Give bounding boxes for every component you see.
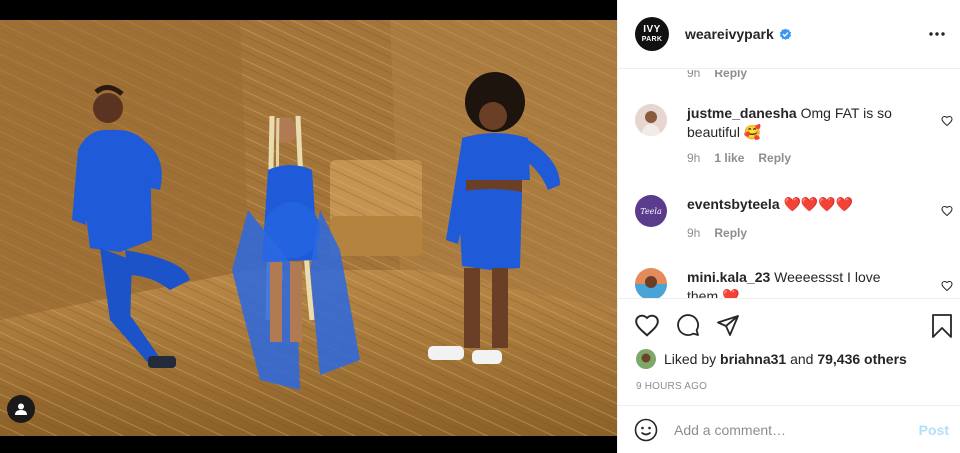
smiley-icon (634, 418, 658, 441)
more-horizontal-icon (929, 32, 945, 36)
avatar-text-line1: IVY (643, 23, 661, 35)
comment-body: eventsbyteela ❤️❤️❤️❤️ 9h Reply (687, 195, 915, 243)
post-timestamp[interactable]: 9 HOURS AGO (636, 381, 707, 392)
photo-pane (0, 0, 617, 453)
liked-by-avatar[interactable] (636, 349, 656, 369)
avatar-text-line2: PARK (641, 35, 663, 43)
heart-icon[interactable] (634, 313, 660, 337)
comment-meta: 9h 1 like Reply (687, 149, 915, 168)
post-photo[interactable] (0, 20, 617, 436)
comment-body: justme_danesha Omg FAT is so beautiful 🥰… (687, 104, 915, 168)
heart-icon[interactable] (941, 115, 953, 127)
reply-button[interactable]: Reply (714, 70, 747, 80)
comment-body: mini.kala_23 Weeeessst I love them ❤️ (687, 268, 915, 298)
liked-by: Liked by briahna31 and 79,436 others (636, 349, 907, 369)
post-header: IVY PARK weareivypark (618, 0, 960, 69)
emoji-button[interactable] (634, 418, 658, 442)
bookmark-icon[interactable] (930, 313, 954, 339)
comment-composer: Post (618, 405, 960, 453)
comment-avatar[interactable] (635, 104, 667, 136)
liked-by-others[interactable]: 79,436 others (817, 351, 907, 367)
comment-meta: 9h Reply (687, 224, 915, 243)
post-button[interactable]: Post (919, 422, 949, 438)
liked-by-prefix: Liked by (664, 351, 721, 367)
comment-username[interactable]: mini.kala_23 (687, 269, 770, 285)
user-tag-icon (15, 403, 27, 415)
paper-plane-icon[interactable] (716, 313, 740, 337)
comment-text: ❤️❤️❤️❤️ (783, 196, 854, 212)
tag-button[interactable] (7, 395, 35, 423)
commenter-photo (635, 104, 667, 136)
photo-illustration (0, 20, 617, 436)
commenter-photo (635, 268, 667, 298)
verified-badge-icon (779, 27, 791, 40)
action-bar (634, 313, 954, 339)
comment-username[interactable]: eventsbyteela (687, 196, 780, 212)
instagram-post: IVY PARK weareivypark 9h Reply justme_da… (0, 0, 960, 453)
comments-list[interactable]: 9h Reply justme_danesha Omg FAT is so be… (618, 70, 960, 298)
heart-icon[interactable] (941, 205, 953, 217)
author-avatar[interactable]: IVY PARK (635, 17, 669, 51)
author-username[interactable]: weareivypark (685, 26, 774, 42)
liked-by-user[interactable]: briahna31 (720, 351, 786, 367)
comment-time: 9h (687, 70, 701, 80)
comment-avatar[interactable] (635, 268, 667, 298)
comment-input[interactable] (674, 421, 919, 438)
post-sidebar: IVY PARK weareivypark 9h Reply justme_da… (617, 0, 960, 453)
comment-avatar[interactable]: Teela (635, 195, 667, 227)
comment-likes[interactable]: 1 like (714, 149, 744, 168)
comment-time: 9h (687, 151, 701, 165)
liked-by-and: and (786, 351, 818, 367)
liker-photo (636, 349, 656, 369)
avatar-text: Teela (640, 206, 662, 216)
comment-meta-partial: 9h Reply (687, 70, 747, 80)
comment-time: 9h (687, 226, 701, 240)
heart-icon[interactable] (941, 280, 953, 292)
more-options-button[interactable] (929, 32, 945, 36)
comment-icon[interactable] (676, 313, 700, 337)
comment-username[interactable]: justme_danesha (687, 105, 797, 121)
reply-button[interactable]: Reply (714, 224, 747, 243)
reply-button[interactable]: Reply (758, 149, 791, 168)
